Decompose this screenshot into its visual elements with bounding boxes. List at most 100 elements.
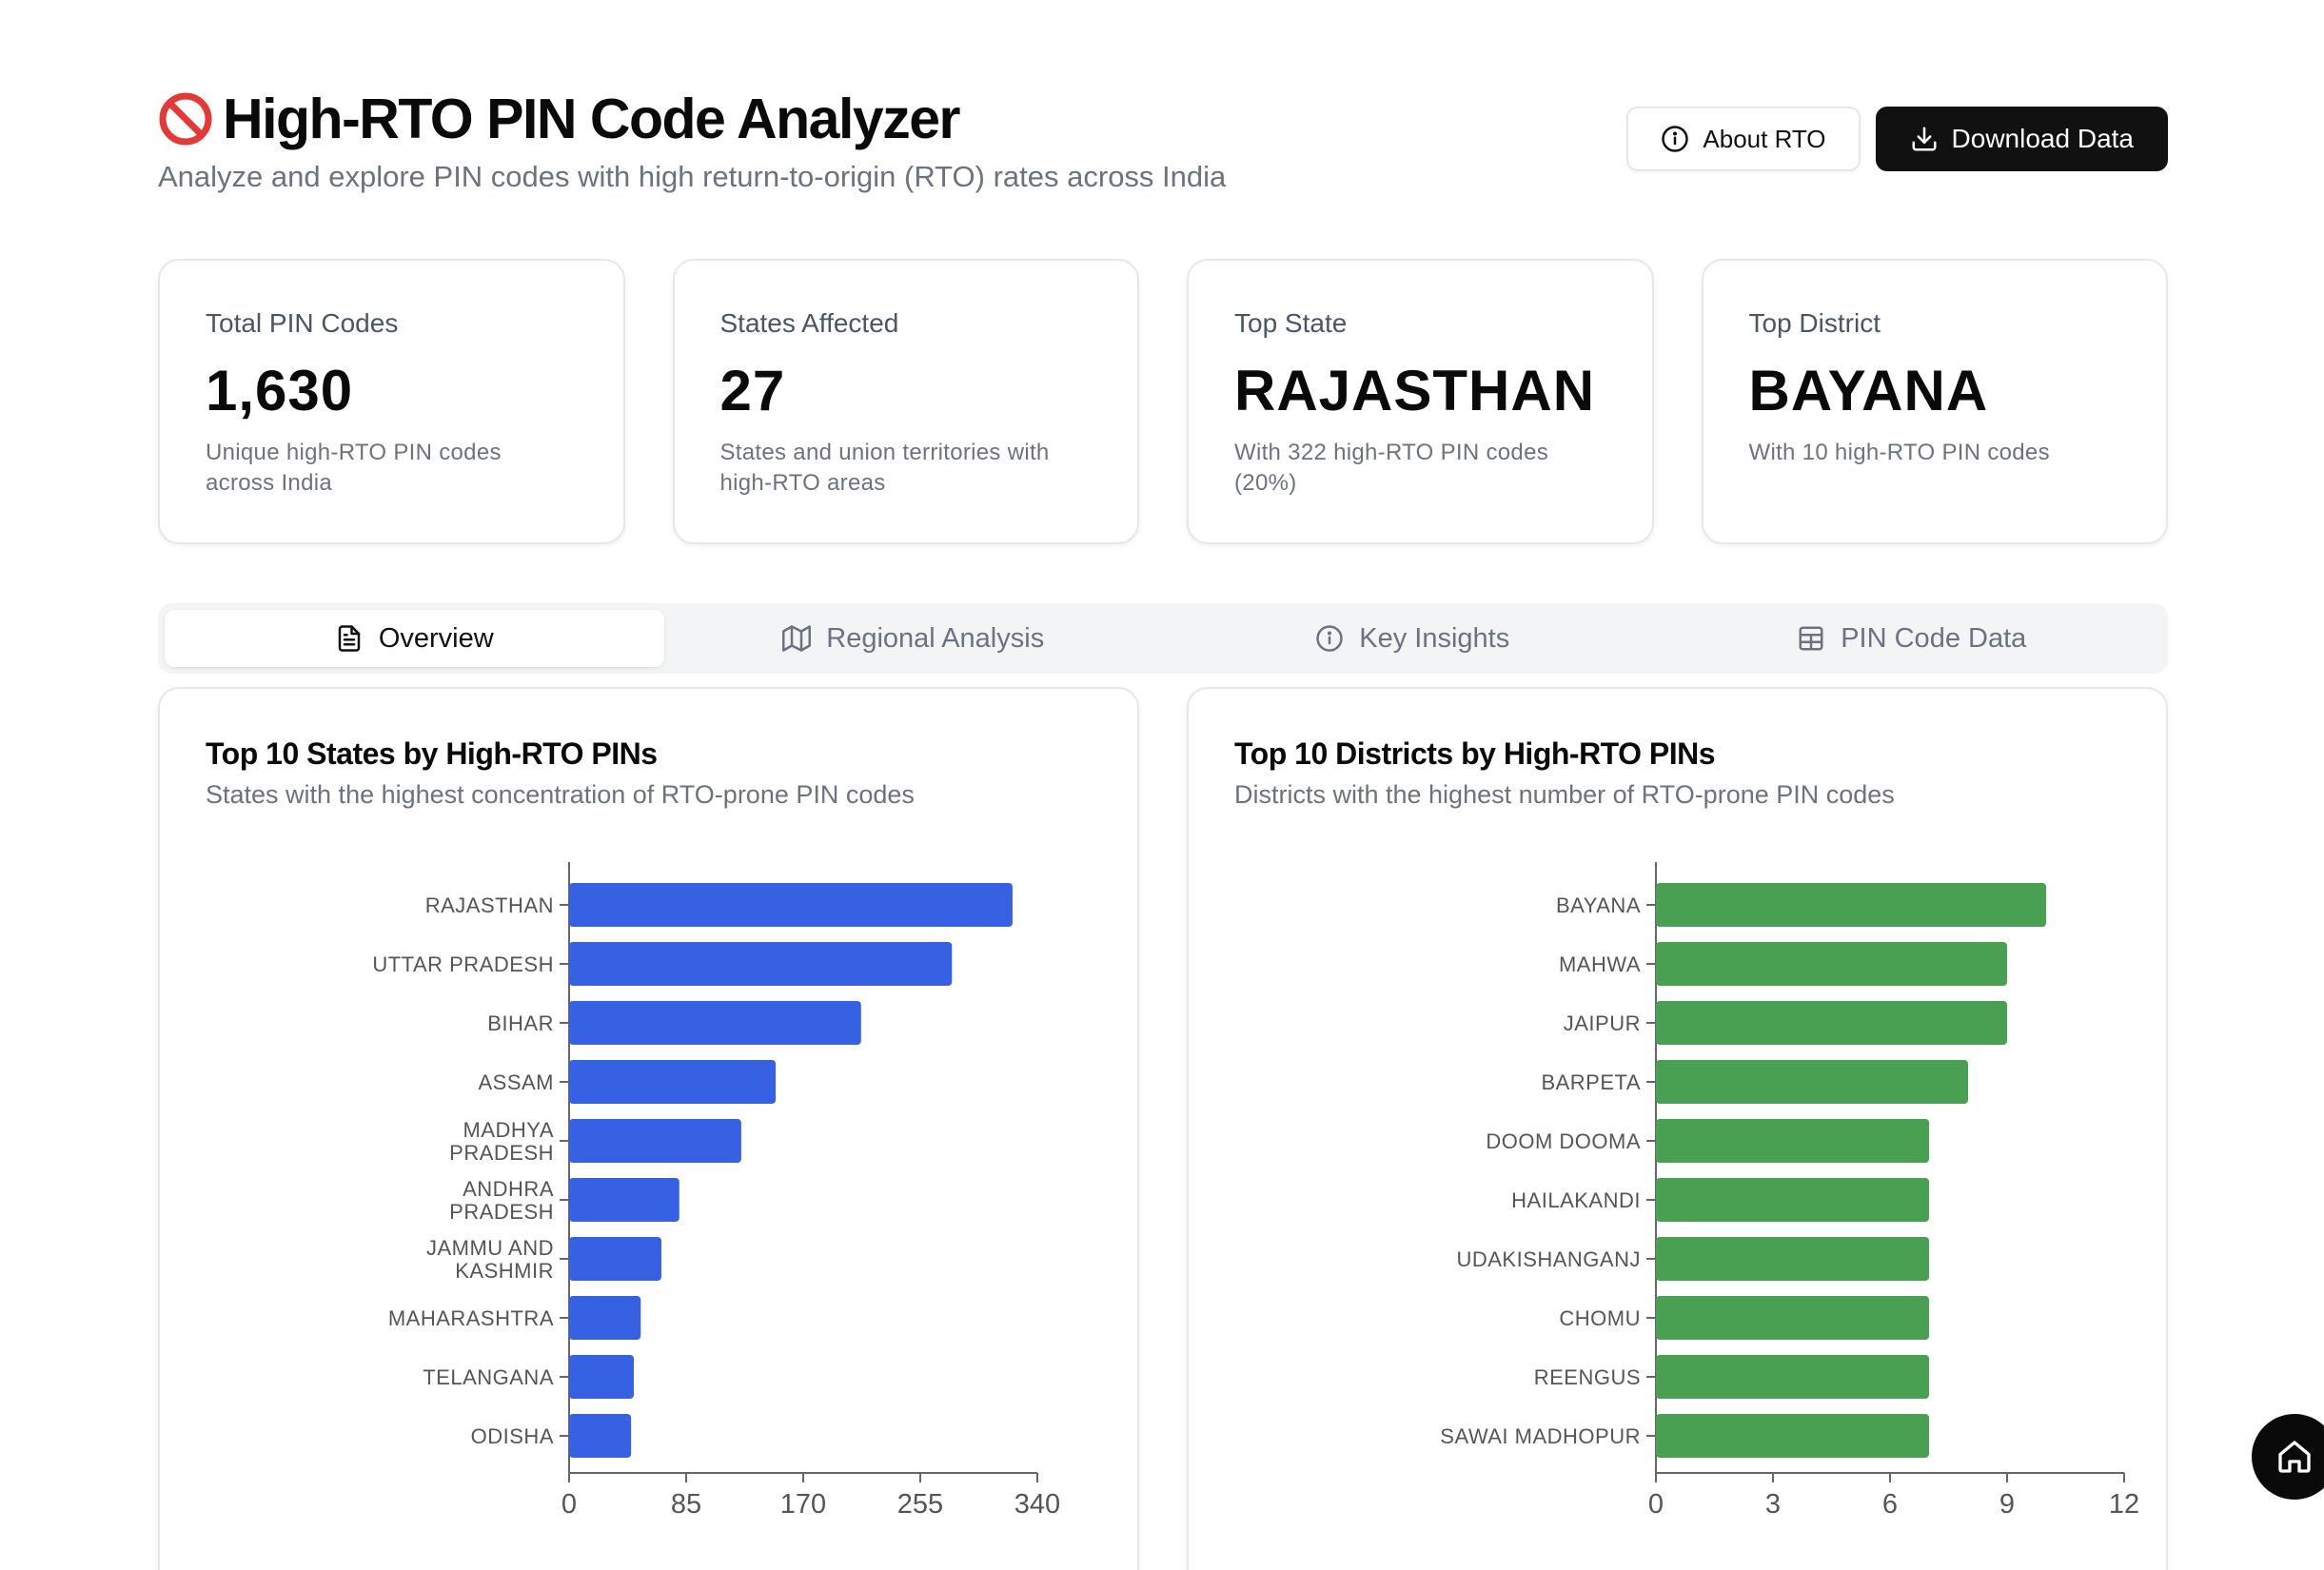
category-label: BARPETA <box>1541 1070 1641 1094</box>
bar[interactable] <box>1656 1296 1929 1340</box>
tab-overview[interactable]: Overview <box>165 610 664 667</box>
category-label: PRADESH <box>449 1200 554 1224</box>
stat-card-total-pins: Total PIN Codes 1,630 Unique high-RTO PI… <box>158 259 625 544</box>
tab-bar: Overview Regional Analysis Key Insights … <box>158 603 2168 674</box>
states-bar-chart: RAJASTHANUTTAR PRADESHBIHARASSAMMADHYAPR… <box>372 862 1060 1520</box>
bar[interactable] <box>569 883 1013 927</box>
info-icon <box>1662 126 1689 152</box>
bar[interactable] <box>569 1119 741 1163</box>
bar[interactable] <box>1656 942 2007 986</box>
category-label: KASHMIR <box>455 1259 554 1283</box>
bar[interactable] <box>569 1355 635 1399</box>
tab-label: Key Insights <box>1359 622 1510 654</box>
stat-label: Top State <box>1234 308 1348 338</box>
stat-description: With 322 high-RTO PIN codes (20%) <box>1234 440 1549 496</box>
category-label: MADHYA <box>463 1118 555 1142</box>
tab-label: PIN Code Data <box>1841 622 2027 654</box>
download-data-button[interactable]: Download Data <box>1875 107 2168 171</box>
bar[interactable] <box>1656 1178 1929 1222</box>
districts-bar-chart: BAYANA MAHWA JAIPUR BARPETA DOOM DOOMA HAILAK… <box>1440 862 2139 1520</box>
stat-value: RAJASTHAN <box>1234 359 1596 422</box>
x-tick-label: 0 <box>1648 1489 1664 1520</box>
states-chart-card: Top 10 States by High-RTO PINs States wi… <box>158 687 1139 1570</box>
stat-description: With 10 high-RTO PIN codes <box>1748 440 2050 465</box>
info-icon <box>1316 625 1343 652</box>
map-icon <box>782 625 812 652</box>
charts-row: Top 10 States by High-RTO PINs States wi… <box>158 687 2168 1570</box>
x-tick-label: 0 <box>561 1489 577 1520</box>
page-title: High-RTO PIN Code Analyzer <box>223 88 960 150</box>
category-label: RAJASTHAN <box>425 893 554 917</box>
category-label: DOOM DOOMA <box>1486 1129 1641 1153</box>
stat-label: States Affected <box>719 308 899 338</box>
bar[interactable] <box>569 942 953 986</box>
bar[interactable] <box>1656 883 2046 927</box>
category-label: REENGUS <box>1534 1365 1641 1389</box>
stat-card-top-state: Top State RAJASTHAN With 322 high-RTO PI… <box>1187 259 1654 544</box>
x-tick-label: 85 <box>671 1489 701 1520</box>
tab-pin-code-data[interactable]: PIN Code Data <box>1663 610 2162 667</box>
stat-value: 1,630 <box>206 359 354 422</box>
category-label: CHOMU <box>1559 1306 1641 1330</box>
bar[interactable] <box>1656 1414 1929 1458</box>
bar[interactable] <box>569 1414 632 1458</box>
page-header: High-RTO PIN Code Analyzer Analyze and e… <box>158 82 2168 206</box>
bar[interactable] <box>569 1060 777 1104</box>
stat-label: Top District <box>1748 308 1881 338</box>
download-icon <box>1912 127 1937 151</box>
x-tick-label: 3 <box>1765 1489 1781 1520</box>
tab-label: Overview <box>378 622 494 654</box>
header-actions: About RTO Download Data <box>1626 107 2168 171</box>
category-label: ASSAM <box>478 1070 554 1094</box>
stat-description: Unique high-RTO PIN codes across India <box>206 440 502 496</box>
bar[interactable] <box>1656 1001 2007 1045</box>
stats-row: Total PIN Codes 1,630 Unique high-RTO PI… <box>158 259 2168 544</box>
tab-regional-analysis[interactable]: Regional Analysis <box>664 610 1164 667</box>
x-tick-label: 6 <box>1882 1489 1898 1520</box>
bar[interactable] <box>1656 1237 1929 1281</box>
about-rto-label: About RTO <box>1703 124 1826 153</box>
category-label: TELANGANA <box>423 1365 554 1389</box>
x-tick-label: 170 <box>780 1489 826 1520</box>
category-label: UDAKISHANGANJ <box>1456 1247 1641 1271</box>
app-root: High-RTO PIN Code Analyzer Analyze and e… <box>0 0 2324 1570</box>
stat-description: States and union territories with high-RT… <box>719 440 1050 496</box>
bar[interactable] <box>569 1237 661 1281</box>
category-label: SAWAI MADHOPUR <box>1440 1424 1641 1448</box>
bar[interactable] <box>569 1178 679 1222</box>
category-label: MAHARASHTRA <box>388 1306 554 1330</box>
stat-value: BAYANA <box>1748 359 1989 422</box>
stat-card-states-affected: States Affected 27 States and union terr… <box>672 259 1139 544</box>
x-tick-label: 255 <box>897 1489 943 1520</box>
category-label: UTTAR PRADESH <box>372 952 554 976</box>
x-tick-label: 12 <box>2109 1489 2139 1520</box>
tab-key-insights[interactable]: Key Insights <box>1163 610 1663 667</box>
download-data-label: Download Data <box>1951 124 2134 153</box>
category-label: BAYANA <box>1556 893 1641 917</box>
bar[interactable] <box>569 1001 861 1045</box>
tab-label: Regional Analysis <box>826 622 1045 654</box>
category-label: ANDHRA <box>463 1177 554 1201</box>
stat-card-top-district: Top District BAYANA With 10 high-RTO PIN… <box>1701 259 2168 544</box>
bar[interactable] <box>1656 1060 1968 1104</box>
category-label: ODISHA <box>471 1424 554 1448</box>
districts-chart-card: Top 10 Districts by High-RTO PINs Distri… <box>1187 687 2168 1570</box>
about-rto-button[interactable]: About RTO <box>1626 107 1861 171</box>
category-label: JAIPUR <box>1564 1011 1641 1035</box>
bar[interactable] <box>1656 1355 1929 1399</box>
x-tick-label: 9 <box>1999 1489 2015 1520</box>
table-icon <box>1799 626 1823 651</box>
home-button[interactable] <box>2252 1414 2324 1500</box>
x-tick-label: 340 <box>1014 1489 1060 1520</box>
category-label: HAILAKANDI <box>1511 1188 1641 1212</box>
prohibited-icon <box>158 91 213 147</box>
document-icon <box>338 625 361 652</box>
category-label: JAMMU AND <box>426 1236 554 1260</box>
bar[interactable] <box>569 1296 641 1340</box>
stat-value: 27 <box>719 359 786 422</box>
category-label: MAHWA <box>1559 952 1641 976</box>
category-label: PRADESH <box>449 1141 554 1165</box>
category-label: BIHAR <box>487 1011 554 1035</box>
home-icon <box>2278 1441 2311 1473</box>
bar[interactable] <box>1656 1119 1929 1163</box>
